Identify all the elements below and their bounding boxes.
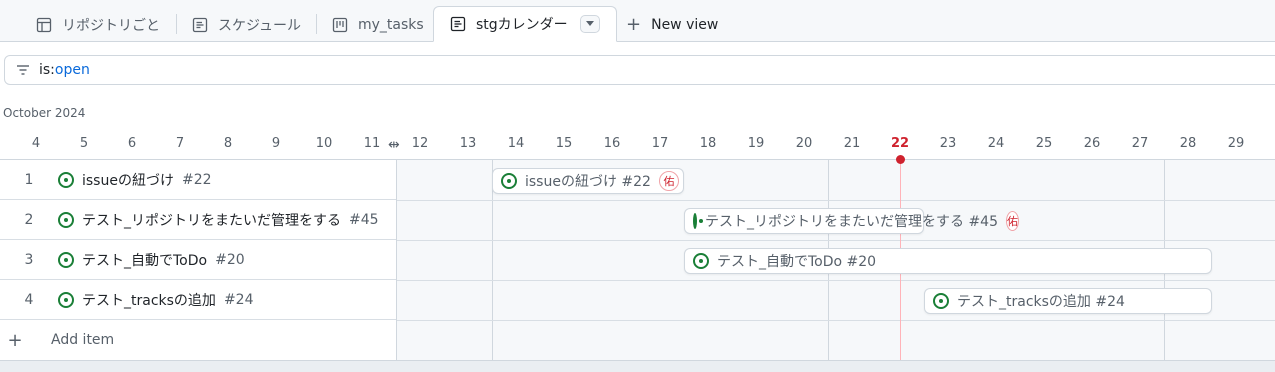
filter-icon <box>17 65 29 75</box>
bar-label: issueの紐づけ #22 <box>525 174 651 190</box>
day-label: 22 <box>890 136 910 151</box>
bar-label: テスト_tracksの追加 #24 <box>957 294 1125 310</box>
item-title[interactable]: テスト_リポジトリをまたいだ管理をする <box>82 210 341 230</box>
day-label: 5 <box>79 136 89 151</box>
tab-label: my_tasks <box>358 16 424 33</box>
day-label: 27 <box>1131 136 1149 151</box>
bar-label: テスト_リポジトリをまたいだ管理をする #45 <box>705 214 998 230</box>
day-label: 11 <box>363 136 381 151</box>
day-label: 4 <box>31 136 41 151</box>
avatar[interactable]: 佑 <box>1006 211 1019 231</box>
today-marker <box>896 155 905 164</box>
day-label: 25 <box>1035 136 1053 151</box>
view-options-button[interactable] <box>579 15 600 33</box>
tab-my-tasks[interactable]: my_tasks <box>332 7 424 42</box>
tab-divider <box>176 14 177 34</box>
day-label: 8 <box>223 136 233 151</box>
issue-number: #24 <box>223 291 254 308</box>
issue-open-icon <box>933 293 949 309</box>
day-label: 28 <box>1179 136 1197 151</box>
horizontal-scrollbar[interactable] <box>0 360 1275 372</box>
day-label: 20 <box>795 136 813 151</box>
add-item-button[interactable]: + Add item <box>0 320 397 360</box>
board-icon <box>332 17 348 32</box>
item-title[interactable]: テスト_tracksの追加 <box>82 290 216 310</box>
row-number: 2 <box>24 211 34 228</box>
avatar[interactable]: 佑 <box>658 171 679 191</box>
table-row[interactable]: 2 テスト_リポジトリをまたいだ管理をする #45 <box>0 200 397 240</box>
month-label: October 2024 <box>3 106 86 120</box>
table-row[interactable]: 3 テスト_自動でToDo #20 <box>0 240 397 280</box>
filter-key: is: <box>39 62 55 78</box>
table-row[interactable]: 1 issueの紐づけ #22 <box>0 160 397 200</box>
item-title[interactable]: issueの紐づけ <box>82 170 174 190</box>
filter-value: open <box>54 62 90 78</box>
issue-number: #22 <box>181 171 212 188</box>
day-label: 23 <box>939 136 957 151</box>
tab-schedule[interactable]: スケジュール <box>192 7 301 42</box>
day-label: 17 <box>651 136 669 151</box>
row-number: 4 <box>24 291 34 308</box>
new-view-button[interactable]: + New view <box>626 7 718 42</box>
roadmap-icon <box>450 16 466 32</box>
row-number: 1 <box>24 171 34 188</box>
view-tabbar: リポジトリごと スケジュール my_tasks stgカレンダー + New v… <box>0 0 1275 42</box>
plus-icon: + <box>626 14 642 35</box>
issue-open-icon <box>58 211 74 228</box>
row-number: 3 <box>24 251 34 268</box>
new-view-label: New view <box>651 16 719 33</box>
timeline-bar[interactable]: issueの紐づけ #22 佑 <box>492 168 684 194</box>
day-label: 18 <box>699 136 717 151</box>
tab-label: リポジトリごと <box>62 17 160 34</box>
timeline-bar[interactable]: テスト_tracksの追加 #24 <box>924 288 1212 314</box>
timeline-bar[interactable]: テスト_自動でToDo #20 <box>684 248 1212 274</box>
issue-open-icon <box>501 173 517 189</box>
day-label: 12 <box>411 136 429 151</box>
issue-number: #45 <box>349 211 379 228</box>
day-label: 9 <box>271 136 281 151</box>
bar-label: テスト_自動でToDo #20 <box>717 254 877 270</box>
add-item-label: Add item <box>51 332 115 348</box>
tab-label: スケジュール <box>218 17 302 34</box>
issue-number: #20 <box>215 251 245 268</box>
day-label: 10 <box>315 136 333 151</box>
table-icon <box>36 17 52 32</box>
day-label: 24 <box>987 136 1005 151</box>
item-title[interactable]: テスト_自動でToDo <box>82 250 207 270</box>
timeline-bar[interactable]: テスト_リポジトリをまたいだ管理をする #45 佑 <box>684 208 1019 234</box>
day-label: 19 <box>747 136 765 151</box>
day-label: 13 <box>459 136 477 151</box>
issue-open-icon <box>693 213 703 229</box>
tab-stg-calendar[interactable]: stgカレンダー <box>433 6 617 42</box>
plus-icon: + <box>7 329 23 351</box>
filter-input[interactable]: is: open <box>4 55 1275 85</box>
issue-open-icon <box>58 171 74 188</box>
day-label: 14 <box>507 136 525 151</box>
day-label: 29 <box>1227 136 1245 151</box>
day-label: 7 <box>175 136 185 151</box>
issue-open-icon <box>58 251 74 268</box>
issue-open-icon <box>58 291 74 308</box>
pane-divider <box>396 160 397 360</box>
triangle-down-icon <box>585 21 594 26</box>
tab-divider <box>316 14 317 34</box>
day-label: 21 <box>843 136 861 151</box>
issue-open-icon <box>693 253 709 269</box>
tab-repository[interactable]: リポジトリごと <box>36 7 160 42</box>
day-header: 4 5 6 7 8 9 10 11 12 13 14 15 16 17 18 19 20 21 22 23 24 25 26… <box>0 132 1275 160</box>
day-label: 6 <box>127 136 137 151</box>
table-row[interactable]: 4 テスト_tracksの追加 #24 <box>0 280 397 320</box>
day-label: 26 <box>1083 136 1101 151</box>
day-label: 15 <box>555 136 573 151</box>
tab-label: stgカレンダー <box>476 17 568 33</box>
day-label: 16 <box>603 136 621 151</box>
column-resize-icon[interactable]: ⇹ <box>388 137 400 153</box>
roadmap-icon <box>192 17 208 32</box>
